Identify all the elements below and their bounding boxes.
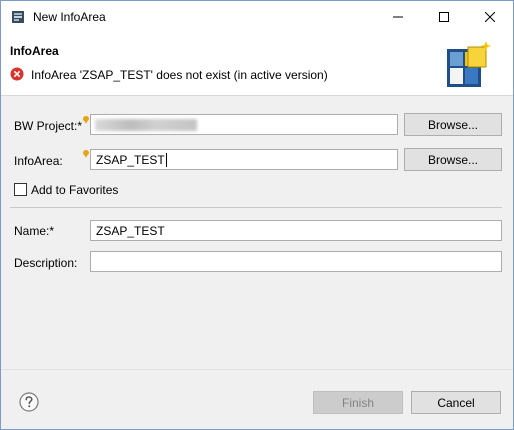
form-separator — [10, 207, 502, 208]
banner-separator — [1, 95, 513, 96]
name-label: Name:* — [14, 224, 55, 238]
description-label: Description: — [14, 256, 78, 270]
close-icon — [485, 12, 495, 22]
close-button[interactable] — [467, 1, 513, 33]
redacted-text — [95, 119, 197, 131]
banner-message: InfoArea 'ZSAP_TEST' does not exist (in … — [31, 68, 328, 82]
add-to-favorites-checkbox[interactable] — [14, 183, 27, 196]
infoarea-wizard-icon — [444, 39, 494, 91]
footer-separator — [1, 369, 513, 370]
error-icon — [10, 67, 24, 81]
content-assist-icon — [83, 147, 89, 158]
title-bar: New InfoArea — [1, 1, 513, 33]
bw-project-browse-button[interactable]: Browse... — [404, 113, 502, 136]
name-field[interactable]: ZSAP_TEST — [90, 220, 502, 241]
content-assist-icon — [83, 113, 89, 124]
bw-project-label: BW Project:* — [14, 119, 83, 133]
wizard-banner: InfoArea InfoArea 'ZSAP_TEST' does not e… — [1, 33, 513, 95]
text-cursor: ​ — [165, 153, 167, 167]
banner-title: InfoArea — [10, 44, 59, 58]
infoarea-field[interactable]: ZSAP_TEST​ — [90, 149, 398, 170]
description-field[interactable] — [90, 251, 502, 272]
bw-project-field[interactable] — [90, 114, 398, 135]
maximize-icon — [439, 12, 449, 22]
window-title: New InfoArea — [33, 10, 106, 24]
minimize-button[interactable] — [375, 1, 421, 33]
maximize-button[interactable] — [421, 1, 467, 33]
cancel-button[interactable]: Cancel — [411, 391, 501, 414]
finish-button[interactable]: Finish — [313, 391, 403, 414]
infoarea-browse-button[interactable]: Browse... — [404, 148, 502, 171]
new-infoarea-dialog: New InfoArea InfoArea InfoArea 'ZSAP_TES… — [0, 0, 514, 430]
help-icon[interactable] — [19, 392, 39, 412]
infoarea-label: InfoArea: — [14, 154, 63, 168]
infoarea-value: ZSAP_TEST — [96, 153, 165, 167]
eclipse-window-icon — [11, 10, 25, 24]
minimize-icon — [393, 16, 403, 18]
add-to-favorites-label[interactable]: Add to Favorites — [31, 183, 118, 197]
